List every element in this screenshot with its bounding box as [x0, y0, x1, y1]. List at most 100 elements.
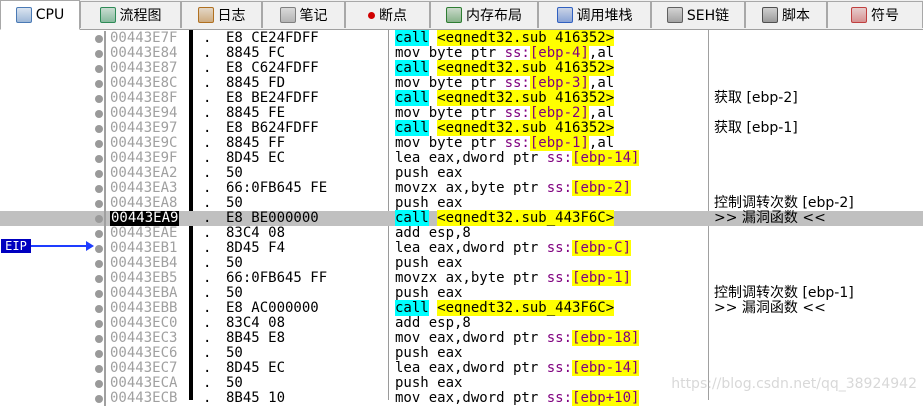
instruction-row[interactable]: 00443EAE. 83C4 08 add esp,8 — [0, 226, 923, 241]
script-icon — [762, 7, 778, 23]
call-target[interactable]: <eqnedt32.sub_443F6C> — [437, 300, 615, 316]
instruction-row[interactable]: 00443EBA. 50 push eax 控制调转次数 [ebp-1] — [0, 286, 923, 301]
instruction-row[interactable]: 00443EC0. 83C4 08 add esp,8 — [0, 316, 923, 331]
breakpoint-dot[interactable] — [95, 305, 103, 313]
instruction-marker: . — [203, 135, 212, 151]
call-target[interactable]: <eqnedt32.sub_416352> — [437, 90, 615, 106]
instruction-row[interactable]: 00443E8C. 8845 FD mov byte ptr ss:[ebp-3],… — [0, 75, 923, 91]
segment-prefix: ss: — [504, 105, 530, 121]
instruction-row[interactable]: 00443EB4. 50 push eax — [0, 256, 923, 271]
address: 00443ECA — [110, 375, 178, 391]
breakpoint-dot[interactable] — [95, 215, 103, 223]
breakpoint-dot[interactable] — [95, 185, 103, 193]
disassembly-text: lea eax,dword ptr ss:[ebp-14] — [395, 150, 640, 166]
breakpoint-dot[interactable] — [95, 230, 103, 238]
instruction-row[interactable]: 00443E7F. E8 CE24FDFF call <eqnedt32.sub_4… — [0, 30, 923, 46]
breakpoint-dot[interactable] — [95, 80, 103, 88]
instruction-marker: . — [203, 375, 212, 391]
disassembly-text: movzx ax,byte ptr ss:[ebp-2] — [395, 180, 632, 196]
instruction-row[interactable]: 00443EB5. 66:0FB645 FF movzx ax,byte ptr s… — [0, 270, 923, 286]
instruction-row[interactable]: 00443EC6. 50 push eax — [0, 346, 923, 361]
tab-flowchart[interactable]: 流程图 — [80, 1, 181, 28]
instruction-row[interactable]: 00443EBB. E8 AC000000 call <eqnedt32.sub_4… — [0, 300, 923, 316]
instruction-marker: . — [203, 180, 212, 196]
instruction-bytes: E8 BE000000 — [226, 210, 319, 226]
jump-gutter — [104, 226, 106, 241]
tab-bar: CPU 流程图 日志 笔记 断点 内存布局 调用堆栈 SEH链 脚本 符号 — [0, 0, 923, 30]
call-mnemonic: call — [395, 60, 429, 76]
instruction-row[interactable]: 00443EA8. 50 push eax 控制调转次数 [ebp-2] — [0, 196, 923, 211]
instruction-marker: . — [203, 345, 212, 361]
instruction-row[interactable]: 00443EA2. 50 push eax — [0, 166, 923, 181]
call-target[interactable]: <eqnedt32.sub_416352> — [437, 30, 615, 46]
jump-gutter — [104, 241, 106, 256]
breakpoint-dot[interactable] — [95, 65, 103, 73]
instruction-row[interactable]: 00443ECB. 8B45 10 mov eax,dword ptr ss:[eb… — [0, 390, 923, 406]
breakpoint-dot[interactable] — [95, 260, 103, 268]
instruction-row[interactable]: 00443EB1. 8D45 F4 lea eax,dword ptr ss:[eb… — [0, 240, 923, 256]
tab-call-stack[interactable]: 调用堆栈 — [538, 1, 651, 28]
breakpoint-dot[interactable] — [95, 350, 103, 358]
disassembly-text: push eax — [395, 285, 463, 301]
breakpoint-dot[interactable] — [95, 200, 103, 208]
breakpoint-dot[interactable] — [95, 395, 103, 403]
tab-seh-chain[interactable]: SEH链 — [651, 1, 745, 28]
watermark: https://blog.csdn.net/qq_38924942 — [671, 376, 917, 392]
address: 00443EC6 — [110, 345, 178, 361]
breakpoint-dot[interactable] — [95, 95, 103, 103]
instruction-bytes: E8 AC000000 — [226, 300, 319, 316]
address: 00443EA9 — [110, 210, 180, 226]
memory-operand: [ebp-1] — [572, 270, 632, 286]
jump-gutter — [104, 31, 106, 46]
breakpoint-dot[interactable] — [95, 155, 103, 163]
segment-prefix: ss: — [546, 330, 573, 346]
jump-gutter — [104, 196, 106, 211]
breakpoint-dot[interactable] — [95, 50, 103, 58]
address: 00443EBB — [110, 300, 178, 316]
breakpoint-dot[interactable] — [95, 170, 103, 178]
breakpoint-dot[interactable] — [95, 35, 103, 43]
instruction-row[interactable]: 00443E9C. 8845 FF mov byte ptr ss:[ebp-1],… — [0, 135, 923, 151]
instruction-bytes: 50 — [226, 375, 243, 391]
instruction-marker: . — [203, 240, 212, 256]
instruction-row[interactable]: 00443EC3. 8B45 E8 mov eax,dword ptr ss:[eb… — [0, 330, 923, 346]
instruction-row[interactable]: 00443EC7. 8D45 EC lea eax,dword ptr ss:[eb… — [0, 360, 923, 376]
tab-script[interactable]: 脚本 — [745, 1, 827, 28]
breakpoint-dot[interactable] — [95, 110, 103, 118]
breakpoint-dot[interactable] — [95, 380, 103, 388]
instruction-row[interactable]: 00443E87. E8 C624FDFF call <eqnedt32.sub_4… — [0, 60, 923, 76]
tab-label: 日志 — [217, 8, 246, 24]
tab-breakpoint[interactable]: 断点 — [345, 1, 430, 28]
instruction-row[interactable]: 00443E84. 8845 FC mov byte ptr ss:[ebp-4],… — [0, 45, 923, 61]
instruction-row[interactable]: 00443EA3. 66:0FB645 FE movzx ax,byte ptr s… — [0, 180, 923, 196]
instruction-row[interactable]: 00443E97. E8 B624FDFF call <eqnedt32.sub_4… — [0, 120, 923, 136]
call-target[interactable]: <eqnedt32.sub_443F6C> — [437, 210, 615, 226]
tab-log[interactable]: 日志 — [181, 1, 262, 28]
breakpoint-dot[interactable] — [95, 335, 103, 343]
call-target[interactable]: <eqnedt32.sub_416352> — [437, 60, 615, 76]
segment-prefix: ss: — [546, 360, 573, 376]
tab-cpu[interactable]: CPU — [0, 0, 80, 30]
tab-memory-map[interactable]: 内存布局 — [430, 1, 538, 28]
tab-notes[interactable]: 笔记 — [262, 1, 345, 28]
breakpoint-dot[interactable] — [95, 290, 103, 298]
breakpoint-dot[interactable] — [95, 320, 103, 328]
instruction-row[interactable]: 00443E94. 8845 FE mov byte ptr ss:[ebp-2],… — [0, 105, 923, 121]
breakpoint-dot[interactable] — [95, 140, 103, 148]
segment-prefix: ss: — [546, 270, 573, 286]
tab-symbols[interactable]: 符号 — [827, 1, 923, 28]
breakpoint-dot[interactable] — [95, 275, 103, 283]
call-target[interactable]: <eqnedt32.sub_416352> — [437, 120, 615, 136]
log-icon — [197, 7, 214, 23]
instruction-bytes: 50 — [226, 345, 243, 361]
breakpoint-dot[interactable] — [95, 245, 103, 253]
instruction-row[interactable]: 00443E8F. E8 BE24FDFF call <eqnedt32.sub_4… — [0, 90, 923, 106]
instruction-row[interactable]: 00443E9F. 8D45 EC lea eax,dword ptr ss:[eb… — [0, 150, 923, 166]
comment: 获取 [ebp-2] — [714, 90, 798, 106]
memory-operand: [ebp+10] — [572, 390, 640, 406]
instruction-row[interactable]: 00443EA9. E8 BE000000 call <eqnedt32.sub_4… — [0, 210, 923, 226]
jump-gutter — [104, 91, 106, 106]
breakpoint-dot[interactable] — [95, 365, 103, 373]
comment: 控制调转次数 [ebp-2] — [714, 195, 854, 211]
breakpoint-dot[interactable] — [95, 125, 103, 133]
